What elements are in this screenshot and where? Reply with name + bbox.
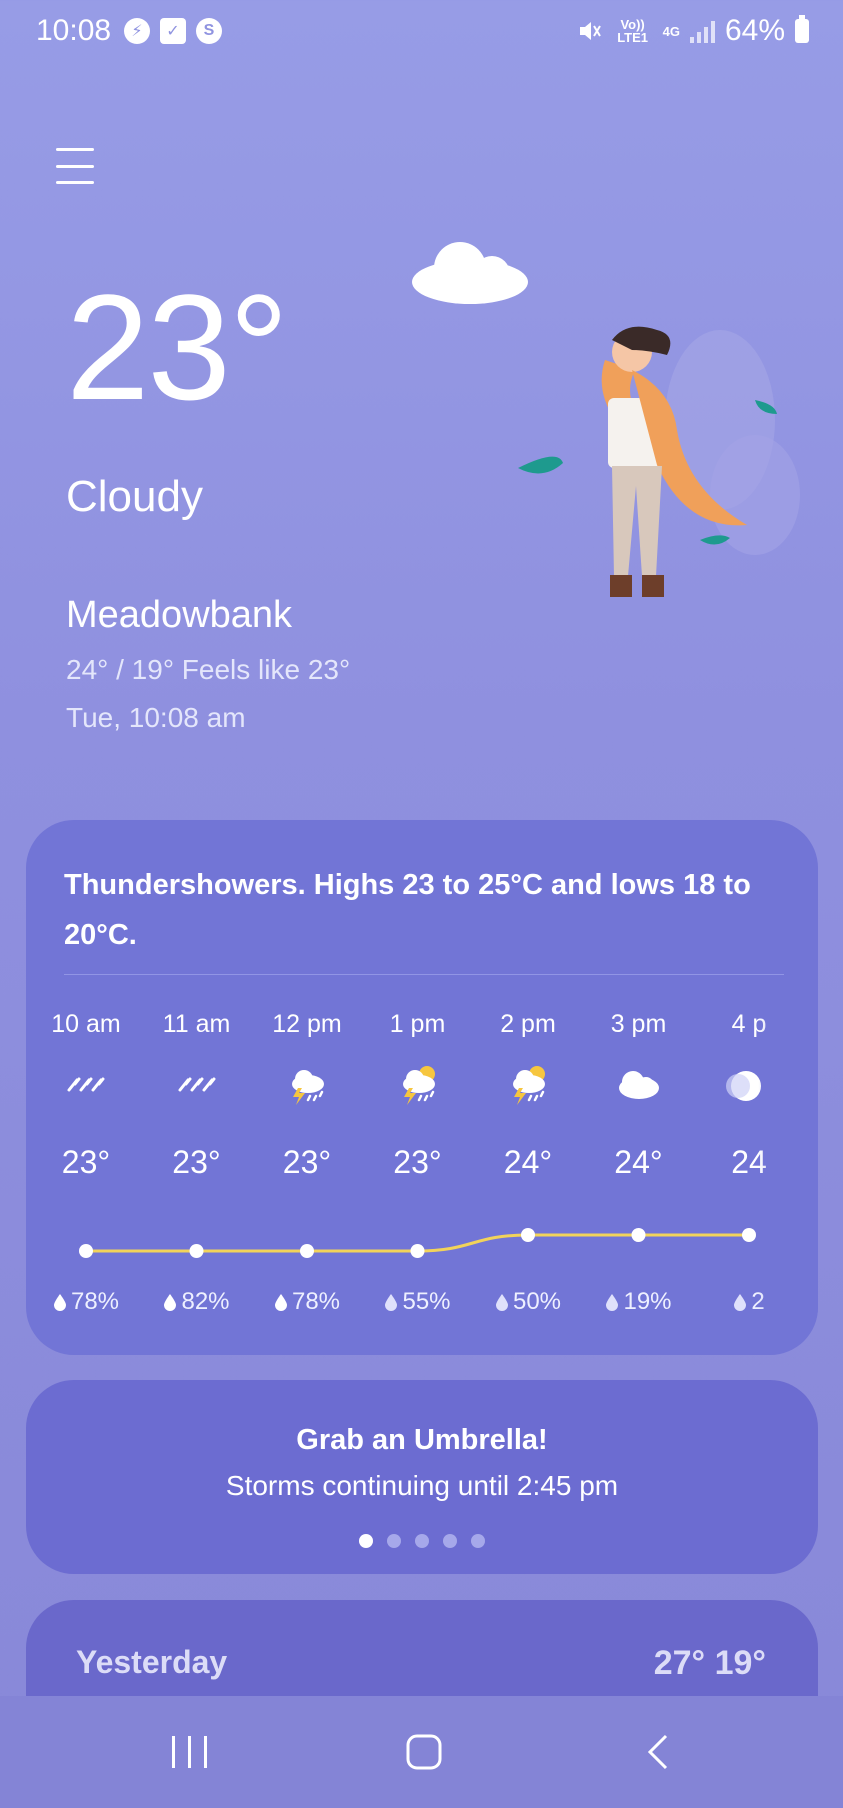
thunderstorm-icon — [282, 1062, 332, 1108]
hour-time: 1 pm — [389, 1010, 446, 1038]
last-updated: Tue, 10:08 am — [66, 702, 246, 733]
shazam-icon: S — [196, 18, 222, 44]
raindrop-icon — [53, 1294, 66, 1311]
hour-temperature: 23° — [282, 1144, 332, 1180]
hour-temperature: 23° — [393, 1144, 442, 1180]
rain-icon — [172, 1062, 222, 1108]
precipitation-value: 82% — [181, 1288, 230, 1315]
back-button[interactable] — [632, 1730, 692, 1776]
thunderstorm-sun-icon — [393, 1062, 443, 1108]
weather-illustration — [412, 242, 800, 597]
hour-temperature: 23° — [61, 1144, 111, 1180]
page-dot[interactable] — [471, 1534, 485, 1548]
network-4g-icon: 4G — [662, 23, 680, 39]
raindrop-icon — [164, 1294, 177, 1311]
yesterday-label: Yesterday — [76, 1644, 228, 1680]
location-name[interactable]: Meadowbank — [66, 594, 292, 637]
hour-temperature: 23° — [172, 1144, 221, 1180]
hourly-forecast-list[interactable]: 10 am 23° 78% 11 am 23° 82% 12 pm 23° 78% 1 pm 23°… — [26, 1010, 818, 1350]
hour-time: 10 am — [51, 1010, 121, 1038]
page-dot[interactable] — [415, 1534, 429, 1548]
trend-point — [521, 1228, 535, 1242]
rain-icon — [61, 1062, 111, 1108]
status-bar: 10:08 ⚡ ✓ S Vo)) LTE1 4G 64% — [0, 0, 843, 64]
hour-temperature: 24° — [503, 1144, 553, 1180]
raindrop-icon — [495, 1294, 508, 1311]
volte-icon: Vo)) LTE1 — [617, 17, 649, 45]
trend-point — [410, 1244, 425, 1258]
recent-apps-button[interactable] — [160, 1730, 220, 1776]
precipitation-value: 19% — [623, 1288, 672, 1315]
page-dot[interactable] — [443, 1534, 457, 1548]
signal-icon — [689, 19, 715, 43]
battery-percent: 64% — [724, 14, 785, 47]
page-dot[interactable] — [387, 1534, 401, 1548]
yesterday-temps: 27° 19° — [653, 1644, 766, 1682]
hour-time: 12 pm — [272, 1010, 342, 1038]
precipitation-chance: 82% — [142, 1288, 252, 1316]
cloud-icon — [614, 1062, 664, 1108]
alert-text: Storms continuing until 2:45 pm — [225, 1470, 619, 1501]
thunderstorm-sun-icon — [503, 1062, 553, 1108]
system-nav-bar — [0, 1696, 843, 1808]
trend-point — [742, 1228, 756, 1242]
raindrop-icon — [385, 1294, 398, 1311]
home-button[interactable] — [394, 1730, 454, 1776]
hour-time: 3 pm — [610, 1010, 667, 1038]
mute-icon — [579, 22, 601, 40]
precipitation-value: 78% — [291, 1288, 341, 1315]
forecast-summary: Thundershowers. Highs 23 to 25°C and low… — [64, 869, 751, 951]
precipitation-value: 50% — [512, 1288, 562, 1315]
raindrop-icon — [734, 1294, 747, 1311]
trend-point — [79, 1244, 93, 1258]
page-indicator — [26, 1534, 818, 1548]
current-temperature: 23° — [66, 263, 289, 431]
cloud-icon — [412, 242, 528, 304]
hour-time: 11 am — [162, 1010, 231, 1038]
menu-icon-line — [56, 148, 94, 151]
scroll-fade — [758, 1010, 818, 1350]
precipitation-value: 55% — [402, 1288, 451, 1315]
trend-point — [631, 1228, 646, 1242]
menu-icon-line — [56, 164, 94, 168]
page-dot[interactable] — [359, 1534, 373, 1548]
hourly-forecast-card: Thundershowers. Highs 23 to 25°C and low… — [26, 820, 818, 1355]
raindrop-icon — [274, 1294, 287, 1311]
current-condition: Cloudy — [66, 472, 203, 521]
divider — [64, 974, 784, 975]
raindrop-icon — [606, 1294, 619, 1311]
precipitation-chance: 55% — [363, 1288, 473, 1316]
umbrella-alert-card[interactable]: Grab an Umbrella! Storms continuing unti… — [26, 1380, 818, 1574]
precipitation-value: 78% — [70, 1288, 120, 1315]
precipitation-chance: 50% — [473, 1288, 583, 1316]
messenger-icon: ⚡ — [124, 18, 150, 44]
precipitation-chance: 19% — [584, 1288, 694, 1316]
checkbox-icon: ✓ — [160, 18, 186, 44]
notification-icons: ⚡ ✓ S — [124, 18, 222, 44]
temp-range-feels-like: 24° / 19° Feels like 23° — [66, 654, 351, 685]
status-time: 10:08 — [36, 14, 112, 47]
precipitation-chance: 78% — [31, 1288, 141, 1316]
status-right: Vo)) LTE1 4G 64% — [577, 14, 809, 48]
trend-point — [300, 1244, 314, 1258]
alert-title: Grab an Umbrella! — [296, 1424, 548, 1456]
trend-point — [189, 1244, 204, 1258]
menu-icon-line — [56, 181, 94, 184]
hour-temperature: 24° — [614, 1144, 663, 1180]
menu-button[interactable] — [56, 148, 94, 184]
battery-icon — [795, 15, 809, 43]
hour-time: 2 pm — [500, 1010, 556, 1038]
precipitation-chance: 78% — [252, 1288, 362, 1316]
